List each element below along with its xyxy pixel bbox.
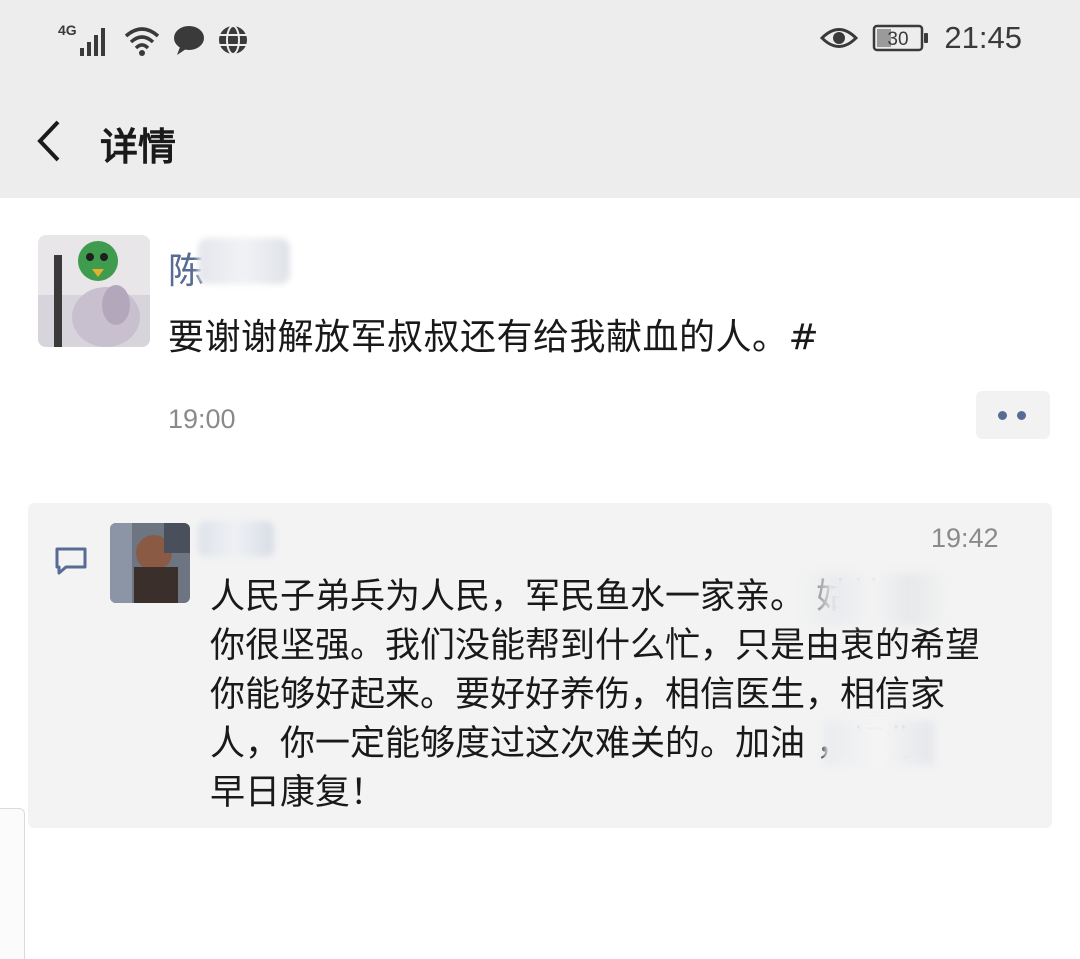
edge-panel (0, 808, 25, 959)
blurred-name (198, 238, 290, 284)
wifi-icon (124, 27, 160, 56)
eye-icon (820, 28, 859, 48)
status-left: 4G (58, 20, 250, 60)
status-right: 30 21:45 (820, 20, 1022, 56)
back-arrow-icon[interactable] (30, 116, 70, 166)
page-title: 详情 (100, 125, 177, 169)
commenter-avatar[interactable] (110, 523, 190, 603)
moment-post: 陈 要谢谢解放军叔叔还有给我献血的人。# 19:00 (0, 198, 1080, 498)
signal-icon: 4G (58, 22, 105, 56)
chat-bubble-icon (174, 26, 204, 55)
globe-icon (219, 25, 247, 55)
avatar[interactable] (38, 235, 150, 347)
more-icon (998, 411, 1007, 420)
battery-level: 30 (888, 29, 909, 50)
status-bar: 4G 30 21:45 (0, 0, 1080, 86)
comment-section: 19:42 人民子弟兵为人民，军民鱼水一家亲。 姑娘， 你很坚强。我们没能帮到什… (28, 503, 1052, 828)
battery-icon: 30 (873, 24, 929, 52)
nav-bar: 详情 (0, 86, 1080, 198)
blurred-text-1 (798, 573, 948, 625)
blurred-text-2 (824, 721, 934, 765)
more-icon-dot (1017, 411, 1026, 420)
comment-time: 19:42 (931, 523, 999, 553)
more-button[interactable] (976, 391, 1050, 439)
network-label: 4G (58, 22, 77, 38)
post-time: 19:00 (168, 404, 236, 434)
commenter-avatar-image (110, 523, 190, 603)
blurred-commenter-name (198, 521, 274, 557)
comment-icon (55, 547, 87, 575)
clock: 21:45 (944, 20, 1022, 55)
post-text: 要谢谢解放军叔叔还有给我献血的人。# (168, 317, 820, 358)
avatar-image (38, 235, 150, 347)
